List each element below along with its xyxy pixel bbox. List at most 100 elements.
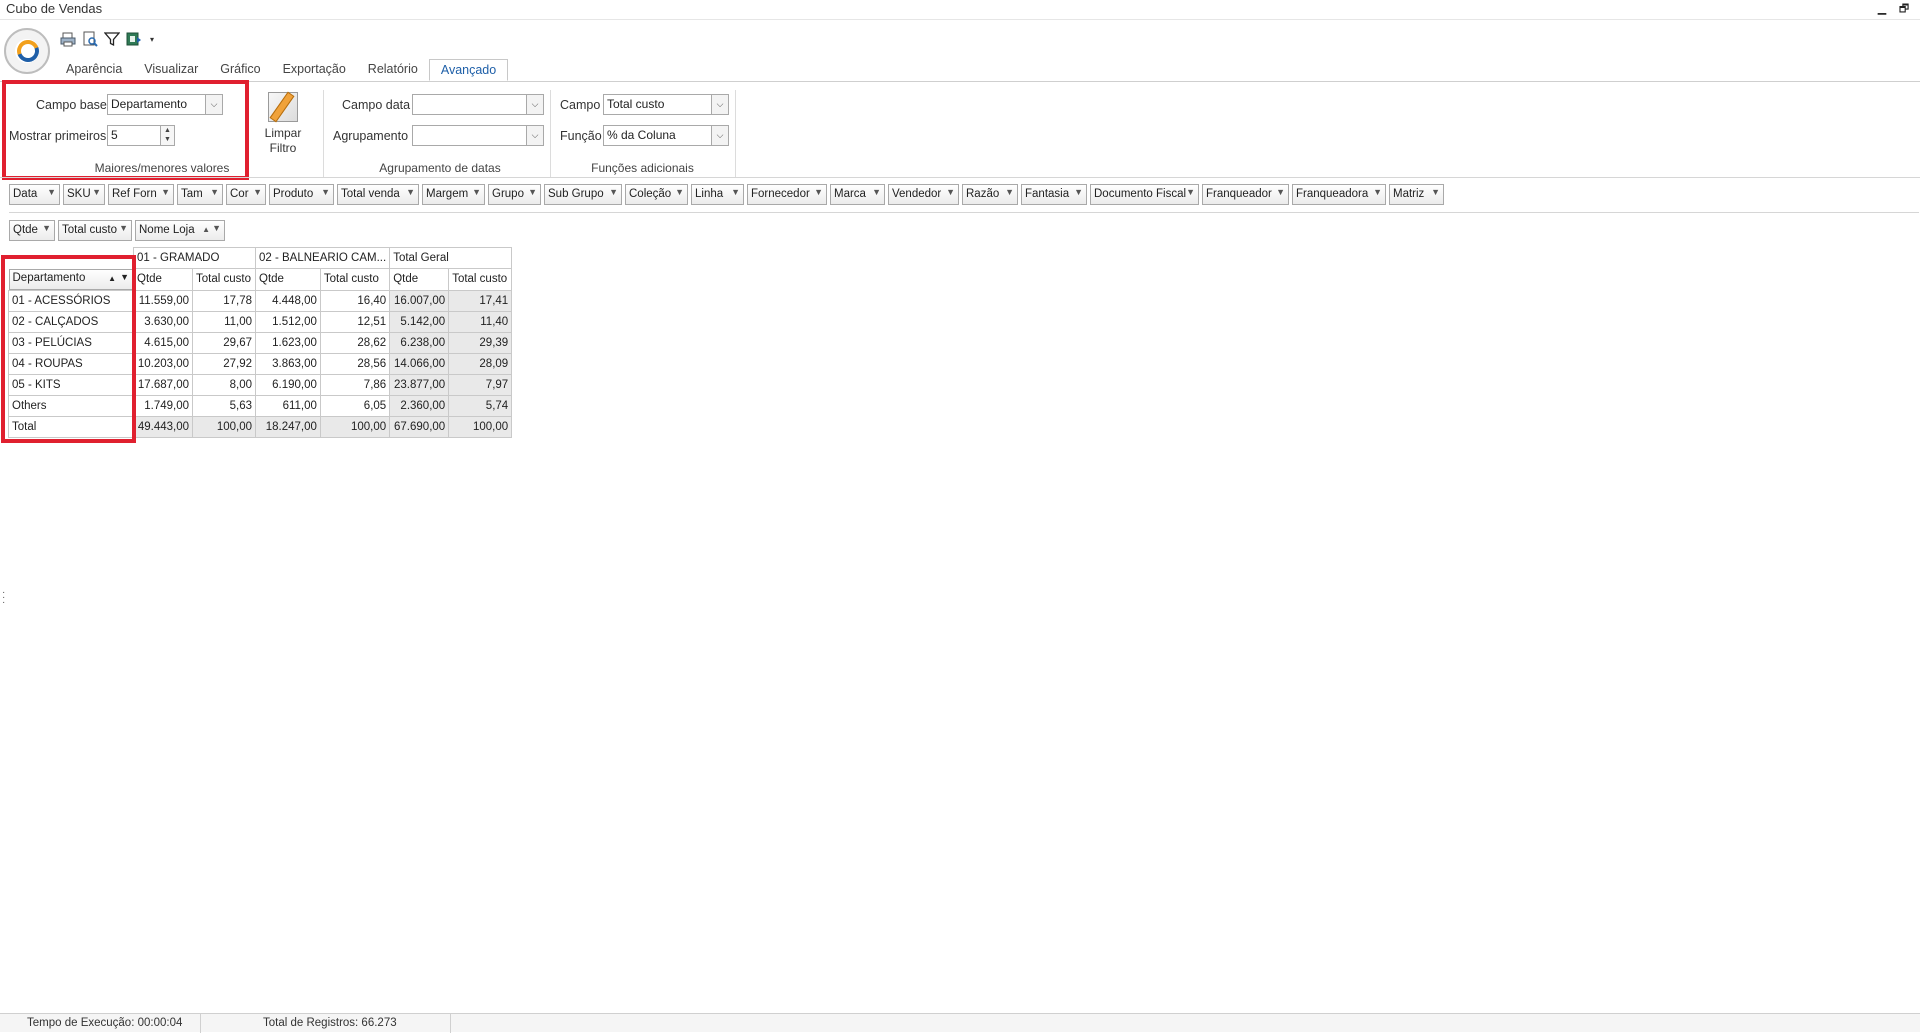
status-execution-time: Tempo de Execução: 00:00:04 <box>27 1017 183 1029</box>
filter-icon[interactable] <box>104 31 120 47</box>
filter-icon[interactable]: ▼ <box>1005 187 1014 197</box>
field-label: Coleção <box>629 188 672 200</box>
pivot-cell: 4.448,00 <box>255 289 321 312</box>
filter-icon[interactable]: ▼ <box>1373 187 1382 197</box>
field-label: Franqueadora <box>1296 188 1369 200</box>
filter-icon[interactable]: ▼ <box>210 187 219 197</box>
limpar-filtro-button[interactable]: Limpar Filtro <box>258 92 308 156</box>
app-menu-button[interactable] <box>4 28 50 74</box>
chevron-down-icon[interactable]: ⌵ <box>711 126 728 145</box>
measure-header: Qtde <box>389 268 450 291</box>
status-bar: Tempo de Execução: 00:00:04 Total de Reg… <box>0 1013 1920 1033</box>
tab-visualizar[interactable]: Visualizar <box>133 59 209 81</box>
filter-field-franqueador[interactable]: Franqueador ▼ <box>1202 184 1289 205</box>
filter-field-franqueadora[interactable]: Franqueadora ▼ <box>1292 184 1386 205</box>
campo-select[interactable]: Total custo ⌵ <box>603 94 729 115</box>
chevron-down-icon[interactable]: ⌵ <box>711 95 728 114</box>
tab-avancado[interactable]: Avançado <box>428 59 509 81</box>
measure-header: Qtde <box>133 268 193 291</box>
filter-field-margem[interactable]: Margem ▼ <box>422 184 485 205</box>
filter-field-linha[interactable]: Linha ▼ <box>691 184 744 205</box>
filter-icon[interactable]: ▼ <box>161 187 170 197</box>
filter-icon[interactable]: ▼ <box>609 187 618 197</box>
col-header-group[interactable]: Total Geral <box>389 247 513 269</box>
filter-icon[interactable]: ▼ <box>1074 187 1083 197</box>
print-icon[interactable] <box>60 31 76 47</box>
data-field-qtde[interactable]: Qtde ▼ <box>9 220 55 241</box>
minimize-icon[interactable]: ▁ <box>1874 1 1890 17</box>
filter-field-ref-forn[interactable]: Ref Forn ▼ <box>108 184 174 205</box>
field-label: Fantasia <box>1025 188 1070 200</box>
filter-field-sku[interactable]: SKU ▼ <box>63 184 105 205</box>
filter-field-documento-fiscal[interactable]: Documento Fiscal ▼ <box>1090 184 1199 205</box>
status-separator <box>450 1014 451 1033</box>
pivot-cell: 10.203,00 <box>133 352 193 375</box>
campo-data-select[interactable]: ⌵ <box>412 94 544 115</box>
agrupamento-select[interactable]: ⌵ <box>412 125 544 146</box>
filter-icon[interactable]: ▼ <box>528 187 537 197</box>
filter-icon[interactable]: ▼ <box>946 187 955 197</box>
col-header-group[interactable]: 01 - GRAMADO <box>133 247 256 269</box>
pivot-cell: 8,00 <box>192 373 256 396</box>
filter-field-tam[interactable]: Tam ▼ <box>177 184 223 205</box>
field-label: Tam <box>181 188 203 200</box>
filter-icon[interactable]: ▼ <box>1276 187 1285 197</box>
filter-icon[interactable]: ▼ <box>472 187 481 197</box>
tab-grafico[interactable]: Gráfico <box>209 59 271 81</box>
pivot-cell: 29,67 <box>192 331 256 354</box>
filter-field-produto[interactable]: Produto ▼ <box>269 184 334 205</box>
filter-icon[interactable]: ▼ <box>253 187 262 197</box>
filter-icon[interactable]: ▼ <box>92 187 101 197</box>
filter-icon[interactable]: ▼ <box>406 187 415 197</box>
preview-icon[interactable] <box>82 31 98 47</box>
group-caption-datas: Agrupamento de datas <box>379 161 501 175</box>
filter-icon[interactable]: ▼ <box>42 223 51 233</box>
pivot-cell: 4.615,00 <box>133 331 193 354</box>
filter-icon[interactable]: ▼ <box>731 187 740 197</box>
qat-customize-icon[interactable]: ▾ <box>148 31 156 47</box>
restore-icon[interactable]: 🗗 <box>1896 1 1912 17</box>
filter-field-sub-grupo[interactable]: Sub Grupo ▼ <box>544 184 622 205</box>
field-label: Fornecedor <box>751 188 810 200</box>
filter-field-grupo[interactable]: Grupo ▼ <box>488 184 541 205</box>
filter-field-raz-o[interactable]: Razão ▼ <box>962 184 1018 205</box>
pivot-cell: 17,41 <box>448 289 513 312</box>
filter-field-data[interactable]: Data ▼ <box>9 184 60 205</box>
tab-aparencia[interactable]: Aparência <box>55 59 133 81</box>
col-header-group[interactable]: 02 - BALNEARIO CAM... <box>254 247 391 269</box>
filter-field-cor[interactable]: Cor ▼ <box>226 184 266 205</box>
funcao-select[interactable]: % da Coluna ⌵ <box>603 125 729 146</box>
filter-icon[interactable]: ▼ <box>321 187 330 197</box>
filter-icon[interactable]: ▼ <box>119 223 128 233</box>
filter-field-fantasia[interactable]: Fantasia ▼ <box>1021 184 1087 205</box>
splitter-grip[interactable]: · · · <box>2 588 5 608</box>
filter-icon[interactable]: ▼ <box>814 187 823 197</box>
tab-exportacao[interactable]: Exportação <box>272 59 357 81</box>
pivot-cell: 611,00 <box>255 394 321 417</box>
filter-icon[interactable]: ▼ <box>47 187 56 197</box>
filter-field-matriz[interactable]: Matriz ▼ <box>1389 184 1444 205</box>
filter-field-cole-o[interactable]: Coleção ▼ <box>625 184 688 205</box>
data-field-total-custo[interactable]: Total custo ▼ <box>58 220 132 241</box>
filter-icon[interactable]: ▼ <box>212 223 221 233</box>
chevron-down-icon[interactable]: ⌵ <box>526 126 543 145</box>
field-label: Grupo <box>492 188 524 200</box>
group-separator <box>323 90 324 178</box>
export-icon[interactable] <box>126 31 142 47</box>
filter-icon[interactable]: ▼ <box>1431 187 1440 197</box>
pivot-cell: 3.863,00 <box>255 352 321 375</box>
filter-icon[interactable]: ▼ <box>675 187 684 197</box>
tab-relatorio[interactable]: Relatório <box>357 59 429 81</box>
chevron-down-icon[interactable]: ⌵ <box>526 95 543 114</box>
measure-header: Total custo <box>192 268 256 291</box>
filter-field-marca[interactable]: Marca ▼ <box>830 184 885 205</box>
field-label: Vendedor <box>892 188 942 200</box>
ribbon-tabs: Aparência Visualizar Gráfico Exportação … <box>55 59 509 81</box>
filter-icon[interactable]: ▼ <box>1186 187 1195 197</box>
group-separator <box>735 90 736 178</box>
filter-icon[interactable]: ▼ <box>872 187 881 197</box>
column-field-nome-loja[interactable]: Nome Loja ▲ ▼ <box>135 220 225 241</box>
filter-field-fornecedor[interactable]: Fornecedor ▼ <box>747 184 827 205</box>
filter-field-vendedor[interactable]: Vendedor ▼ <box>888 184 959 205</box>
filter-field-total-venda[interactable]: Total venda ▼ <box>337 184 419 205</box>
